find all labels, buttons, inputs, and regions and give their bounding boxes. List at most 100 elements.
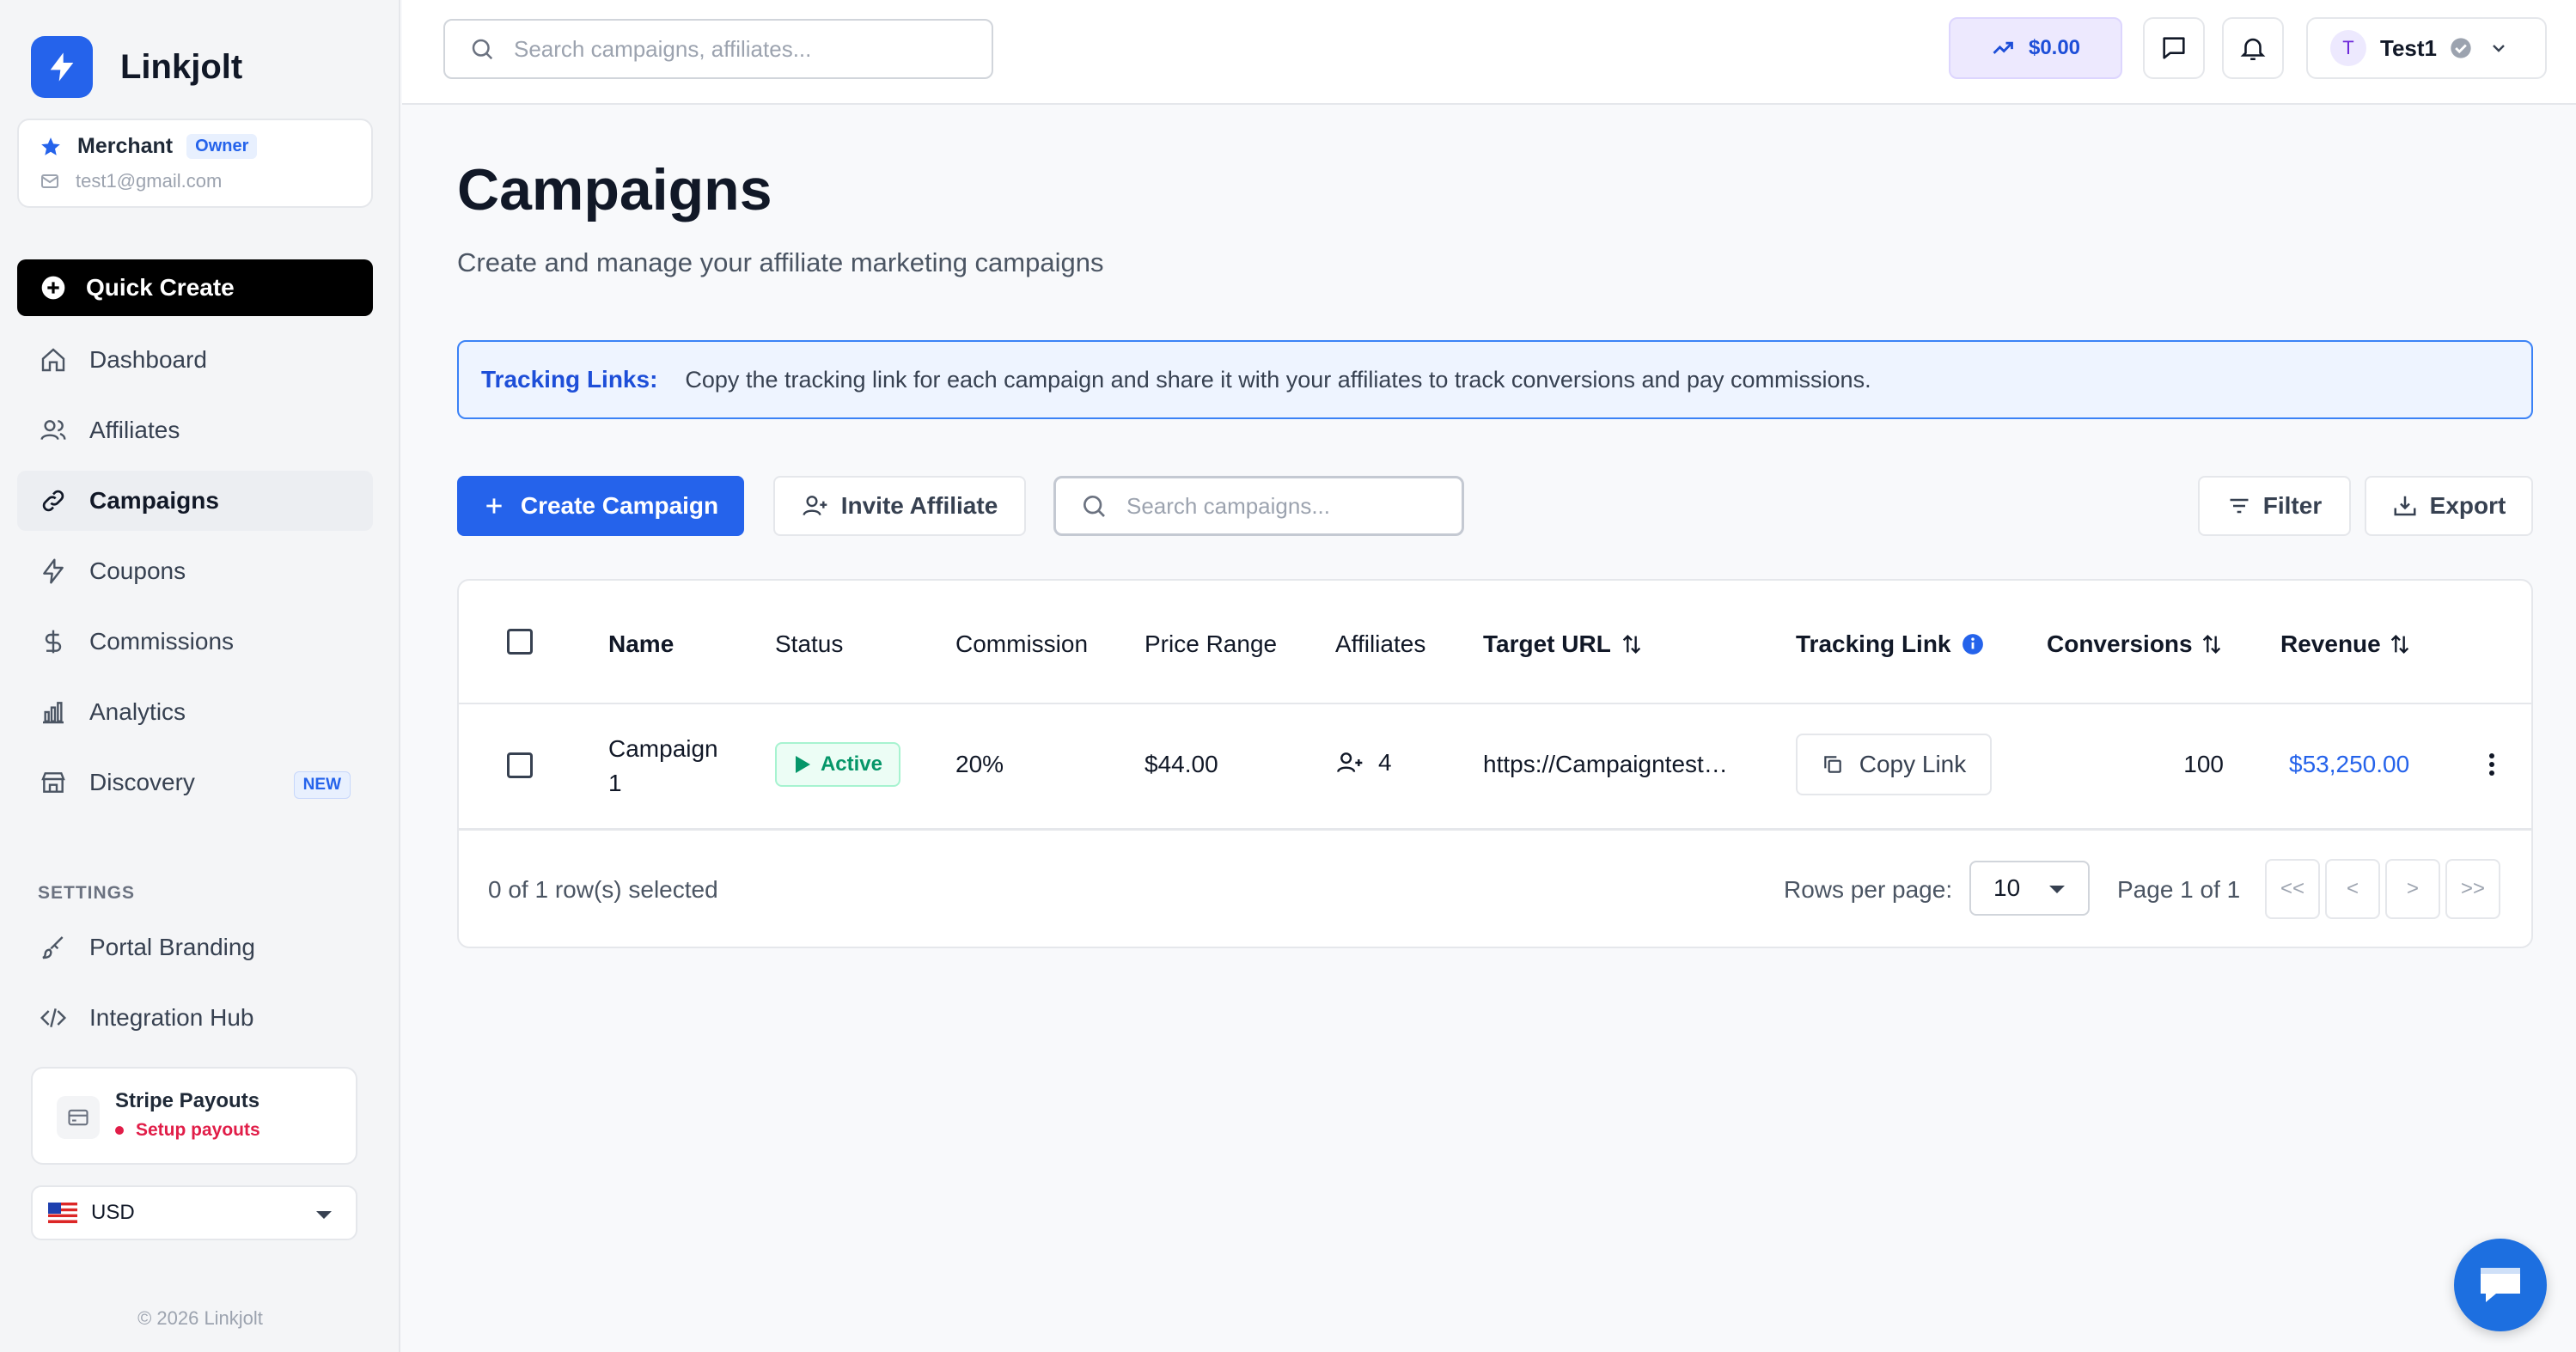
user-menu-button[interactable]: T Test1	[2306, 17, 2547, 79]
caret-down-icon	[314, 1209, 333, 1221]
sidebar-item-label: Affiliates	[89, 417, 180, 443]
page-info: Page 1 of 1	[2117, 876, 2241, 903]
column-header-revenue[interactable]: Revenue	[2280, 630, 2412, 658]
last-page-button[interactable]: >>	[2445, 859, 2500, 919]
target-url-cell[interactable]: https://Campaigntest…	[1483, 751, 1728, 778]
user-plus-icon	[802, 492, 829, 520]
column-header-status: Status	[775, 630, 844, 657]
create-campaign-label: Create Campaign	[520, 492, 719, 519]
plus-circle-icon	[40, 274, 67, 301]
row-checkbox[interactable]	[507, 752, 533, 778]
currency-value: USD	[91, 1201, 135, 1224]
filter-button[interactable]: Filter	[2198, 476, 2351, 536]
search-icon	[1080, 492, 1108, 520]
select-all-checkbox[interactable]	[507, 629, 533, 655]
info-icon[interactable]	[1962, 633, 1984, 655]
campaign-search[interactable]	[1053, 476, 1464, 536]
campaign-search-input[interactable]	[1126, 492, 1453, 520]
info-text: Copy the tracking link for each campaign…	[685, 366, 1871, 393]
campaigns-table: Name Status Commission Price Range Affil…	[457, 579, 2533, 948]
filter-label: Filter	[2262, 492, 2323, 519]
owner-badge: Owner	[186, 134, 258, 159]
quick-create-button[interactable]: Quick Create	[17, 259, 373, 316]
revenue-cell: $53,250.00	[2289, 751, 2410, 777]
sidebar-item-coupons[interactable]: Coupons	[17, 541, 373, 601]
more-vertical-icon	[2483, 747, 2500, 782]
account-role: Merchant	[77, 134, 174, 158]
create-campaign-button[interactable]: Create Campaign	[457, 476, 744, 536]
invite-affiliate-button[interactable]: Invite Affiliate	[773, 476, 1026, 536]
rows-per-page-select[interactable]: 10	[1969, 861, 2090, 916]
rows-per-page-label: Rows per page:	[1784, 876, 1953, 903]
sidebar-item-label: Integration Hub	[89, 1004, 254, 1031]
sidebar-item-integration-hub[interactable]: Integration Hub	[17, 988, 373, 1048]
global-search[interactable]	[443, 19, 993, 79]
affiliates-cell[interactable]: 4	[1335, 749, 1392, 776]
topbar: $0.00 T Test1	[402, 0, 2576, 105]
bolt-icon	[40, 557, 67, 585]
column-header-label: Conversions	[2047, 630, 2193, 657]
sidebar-item-commissions[interactable]: Commissions	[17, 612, 373, 672]
trending-up-icon	[1991, 36, 2015, 60]
copy-link-button[interactable]: Copy Link	[1796, 734, 1992, 795]
notifications-button[interactable]	[2222, 17, 2284, 79]
global-search-input[interactable]	[514, 35, 961, 63]
sidebar-item-label: Commissions	[89, 628, 235, 655]
prev-page-button[interactable]: <	[2325, 859, 2380, 919]
currency-select[interactable]: USD	[31, 1185, 357, 1240]
avatar: T	[2330, 30, 2366, 66]
first-page-button[interactable]: <<	[2265, 859, 2320, 919]
sidebar-item-portal-branding[interactable]: Portal Branding	[17, 917, 373, 977]
filter-icon	[2227, 494, 2251, 518]
campaign-name[interactable]: Campaign 1	[608, 732, 718, 801]
next-page-button[interactable]: >	[2385, 859, 2440, 919]
mail-icon	[40, 171, 60, 192]
commission-cell: 20%	[955, 751, 1004, 777]
sidebar-item-label: Coupons	[89, 557, 186, 584]
stripe-title: Stripe Payouts	[115, 1089, 260, 1112]
copy-link-label: Copy Link	[1859, 751, 1967, 777]
stripe-status[interactable]: Setup payouts	[115, 1120, 260, 1141]
account-card[interactable]: Merchant Owner test1@gmail.com	[17, 119, 373, 208]
balance-button[interactable]: $0.00	[1949, 17, 2122, 79]
brand-name: Linkjolt	[120, 47, 243, 86]
column-header-target-url[interactable]: Target URL	[1483, 630, 1644, 658]
sidebar-item-campaigns[interactable]: Campaigns	[17, 471, 373, 531]
export-button[interactable]: Export	[2365, 476, 2533, 536]
messages-button[interactable]	[2143, 17, 2205, 79]
status-label: Active	[820, 752, 883, 776]
balance-value: $0.00	[2028, 36, 2081, 59]
footer-divider	[459, 828, 2531, 831]
sidebar-item-discovery[interactable]: Discovery NEW	[17, 752, 373, 813]
affiliates-count: 4	[1378, 749, 1392, 776]
us-flag-icon	[48, 1203, 77, 1223]
column-header-price-range: Price Range	[1145, 630, 1278, 657]
page-subtitle: Create and manage your affiliate marketi…	[457, 247, 1104, 277]
sidebar: Linkjolt Merchant Owner test1@gmail.com …	[0, 0, 400, 1352]
bar-chart-icon	[40, 698, 67, 726]
settings-heading: SETTINGS	[38, 883, 136, 903]
caret-down-icon	[2048, 885, 2066, 895]
sidebar-item-affiliates[interactable]: Affiliates	[17, 400, 373, 460]
sidebar-item-label: Discovery	[89, 769, 195, 795]
user-name: Test1	[2380, 34, 2437, 61]
column-header-name[interactable]: Name	[608, 630, 674, 658]
price-range-cell: $44.00	[1145, 751, 1218, 777]
invite-affiliate-label: Invite Affiliate	[840, 492, 998, 519]
row-actions-button[interactable]	[2483, 747, 2500, 782]
brand[interactable]: Linkjolt	[31, 36, 242, 98]
brush-icon	[40, 934, 67, 961]
copy-icon	[1822, 753, 1844, 776]
column-header-label: Tracking Link	[1796, 630, 1951, 657]
stripe-payouts-card[interactable]: Stripe Payouts Setup payouts	[31, 1067, 357, 1165]
search-icon	[469, 36, 495, 62]
chat-widget-button[interactable]	[2454, 1239, 2547, 1331]
sidebar-item-label: Dashboard	[89, 346, 207, 373]
export-label: Export	[2429, 492, 2506, 519]
sidebar-item-analytics[interactable]: Analytics	[17, 682, 373, 742]
sidebar-item-label: Campaigns	[89, 487, 219, 514]
column-header-conversions[interactable]: Conversions	[2047, 630, 2224, 658]
sort-icon	[1620, 632, 1644, 656]
sidebar-item-dashboard[interactable]: Dashboard	[17, 330, 373, 390]
play-icon	[793, 754, 812, 775]
